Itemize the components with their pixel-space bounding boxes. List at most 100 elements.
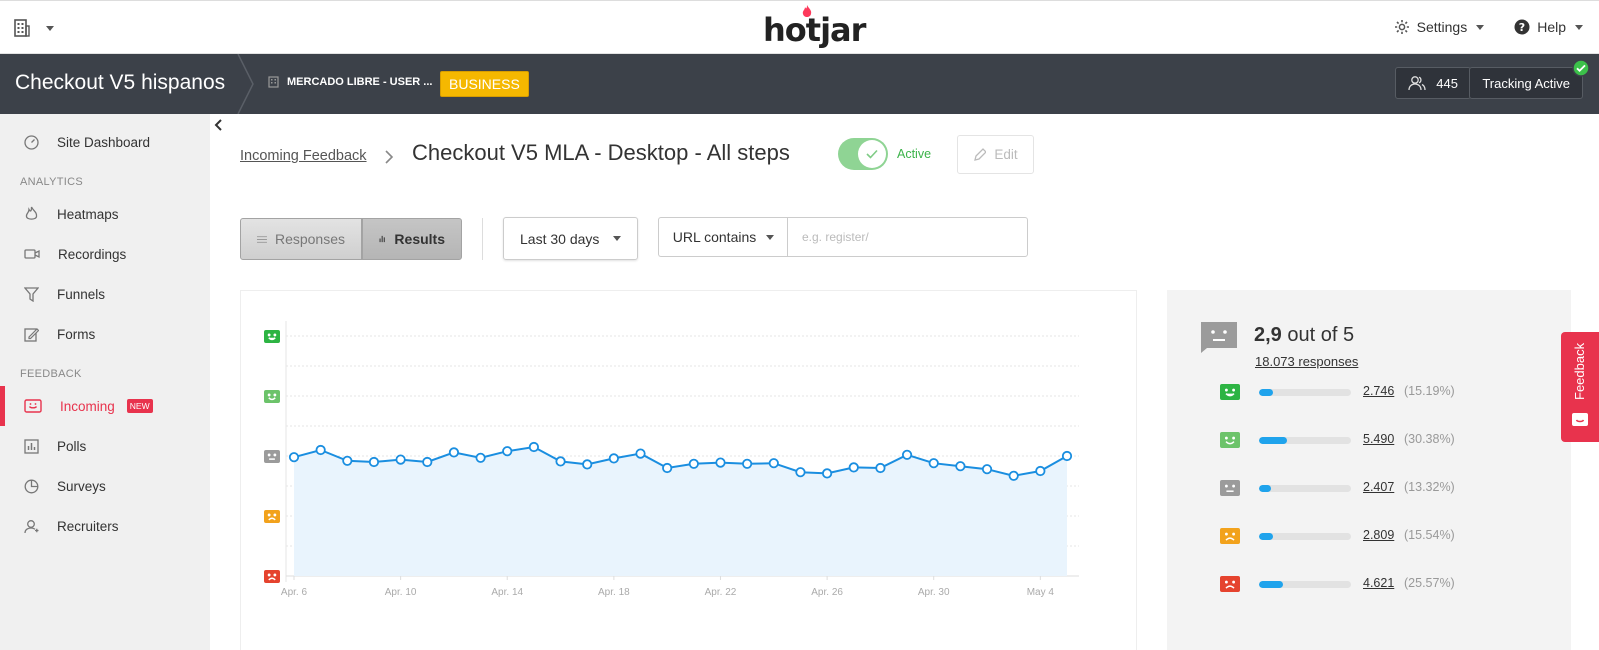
data-point[interactable] <box>448 447 460 458</box>
y-axis-neutral-icon <box>264 450 280 463</box>
data-point[interactable] <box>395 454 406 465</box>
x-tick-label: Apr. 14 <box>491 587 523 598</box>
data-point[interactable] <box>315 444 326 456</box>
account-name: MERCADO LIBRE - USER ... <box>287 76 433 88</box>
x-tick-label: Apr. 10 <box>385 587 417 598</box>
neutral-face-icon <box>1201 322 1237 353</box>
rating-count-link[interactable]: 2.746 <box>1363 384 1394 398</box>
rating-row-neutral: 2.407 (13.32%) <box>1219 477 1455 499</box>
x-tick-label: May 4 <box>1027 587 1055 598</box>
account-switcher[interactable]: MERCADO LIBRE - USER ... <box>268 76 432 88</box>
site-name[interactable]: Checkout V5 hispanos <box>15 71 225 95</box>
sidebar-item-recordings[interactable]: Recordings <box>0 234 210 274</box>
rating-count-link[interactable]: 2.809 <box>1363 528 1394 542</box>
hotjar-logo[interactable]: hotjar <box>763 5 866 49</box>
results-chart: Apr. 6 Apr. 10 Apr. 14 Apr. 18 Apr. 22 Apr. 2… <box>264 321 1079 598</box>
data-point[interactable] <box>1008 470 1019 481</box>
data-point[interactable] <box>342 455 353 466</box>
results-chart-card: Apr. 6 Apr. 10 Apr. 14 Apr. 18 Apr. 22 Apr. 2… <box>240 290 1137 650</box>
sidebar-item-incoming[interactable]: Incoming NEW <box>0 386 210 426</box>
rating-row-hate: 4.621 (25.57%) <box>1219 573 1455 595</box>
sidebar-item-recruiters[interactable]: Recruiters <box>0 506 210 546</box>
data-point[interactable] <box>528 441 539 453</box>
data-point[interactable] <box>582 459 593 470</box>
tracking-status-label: Tracking Active <box>1482 75 1570 91</box>
y-axis-dislike-icon <box>264 510 280 523</box>
data-point[interactable] <box>475 452 486 463</box>
sidebar-item-dashboard[interactable]: Site Dashboard <box>0 122 210 162</box>
building-icon <box>14 19 30 37</box>
active-toggle[interactable] <box>838 138 888 170</box>
check-icon <box>866 149 878 159</box>
rating-bar-fill <box>1259 437 1287 444</box>
sidebar-item-surveys[interactable]: Surveys <box>0 466 210 506</box>
data-point[interactable] <box>955 461 966 472</box>
responses-view-button[interactable]: Responses <box>240 218 362 260</box>
nav-section-feedback: FEEDBACK <box>20 368 82 380</box>
settings-menu[interactable]: Settings <box>1394 19 1485 35</box>
x-tick-label: Apr. 26 <box>811 587 843 598</box>
data-point[interactable] <box>635 448 646 459</box>
feedback-widget-tab[interactable]: Feedback <box>1561 332 1599 442</box>
tracking-status-button[interactable]: Tracking Active <box>1469 59 1590 99</box>
data-point[interactable] <box>1035 465 1046 477</box>
rating-percentage: (25.57%) <box>1404 576 1455 590</box>
responses-count-link[interactable]: 18.073 responses <box>1255 354 1358 369</box>
data-point[interactable] <box>288 452 300 463</box>
data-point[interactable] <box>422 456 433 468</box>
sidebar-item-forms[interactable]: Forms <box>0 314 210 354</box>
building-icon <box>268 76 279 88</box>
edit-button[interactable]: Edit <box>957 135 1034 174</box>
rating-count-link[interactable]: 4.621 <box>1363 576 1394 590</box>
edit-label: Edit <box>994 147 1018 162</box>
list-icon <box>257 235 267 243</box>
sidebar-item-polls[interactable]: Polls <box>0 426 210 466</box>
x-tick-label: Apr. 30 <box>918 587 950 598</box>
data-point[interactable] <box>795 467 806 478</box>
rating-row-love: 2.746 (15.19%) <box>1219 381 1455 403</box>
data-point[interactable] <box>928 458 939 469</box>
rating-count-link[interactable]: 2.407 <box>1363 480 1394 494</box>
data-point[interactable] <box>608 453 619 464</box>
data-point[interactable] <box>981 464 993 475</box>
data-point[interactable] <box>768 458 779 469</box>
data-point[interactable] <box>848 462 859 473</box>
rating-count-link[interactable]: 5.490 <box>1363 432 1394 446</box>
y-axis-like-icon <box>264 390 280 403</box>
data-point[interactable] <box>715 457 726 468</box>
x-tick-label: Apr. 22 <box>705 587 737 598</box>
organization-switcher[interactable] <box>14 19 54 37</box>
data-point[interactable] <box>742 458 753 469</box>
url-filter-mode-select[interactable]: URL contains <box>658 217 788 257</box>
breadcrumb-separator <box>237 54 254 114</box>
results-view-button[interactable]: Results <box>362 218 462 260</box>
help-menu[interactable]: ? Help <box>1514 19 1583 35</box>
average-score: 2,9 out of 5 <box>1254 324 1354 347</box>
user-count-button[interactable]: 445 <box>1395 67 1471 99</box>
responses-label: Responses <box>274 231 345 247</box>
data-point[interactable] <box>875 462 886 474</box>
flame-icon <box>802 5 812 17</box>
sidebar-item-heatmaps[interactable]: Heatmaps <box>0 194 210 234</box>
date-range-select[interactable]: Last 30 days <box>503 217 638 260</box>
sidebar-item-funnels[interactable]: Funnels <box>0 274 210 314</box>
sidebar-item-label: Polls <box>57 438 87 454</box>
url-filter-input[interactable] <box>787 217 1028 257</box>
heatmap-flame-icon <box>25 206 38 220</box>
data-point[interactable] <box>662 462 673 474</box>
video-camera-icon <box>24 249 40 259</box>
data-point[interactable] <box>688 458 699 469</box>
data-point[interactable] <box>368 456 380 468</box>
x-tick-label: Apr. 18 <box>598 587 630 598</box>
data-point[interactable] <box>822 468 833 479</box>
svg-text:?: ? <box>1519 21 1525 34</box>
data-point[interactable] <box>1061 450 1073 462</box>
rating-bar-fill <box>1259 485 1272 492</box>
dashboard-icon <box>24 134 39 150</box>
data-point[interactable] <box>901 449 913 460</box>
data-point[interactable] <box>502 446 513 457</box>
data-point[interactable] <box>555 456 566 467</box>
breadcrumb-incoming-feedback[interactable]: Incoming Feedback <box>240 148 367 164</box>
collapse-sidebar-icon[interactable] <box>214 119 224 131</box>
help-icon: ? <box>1514 19 1530 35</box>
